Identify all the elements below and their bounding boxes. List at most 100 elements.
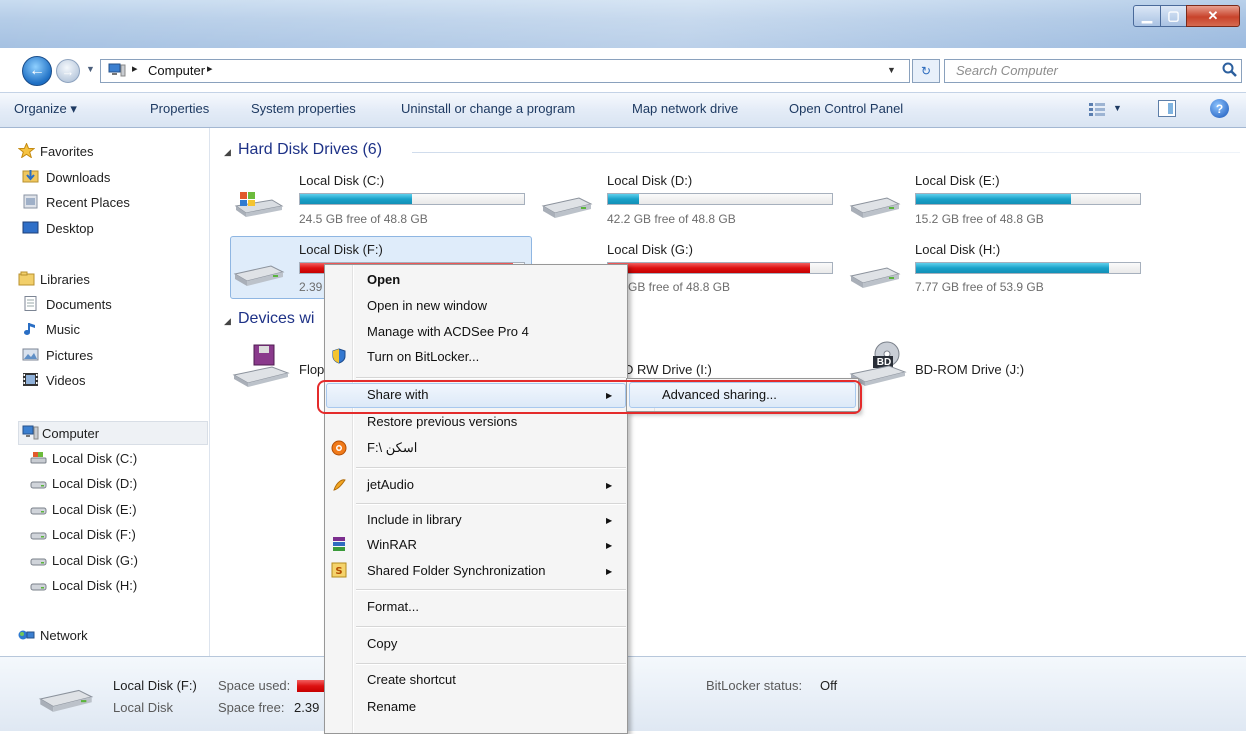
nav-videos[interactable]: Videos <box>46 373 86 388</box>
uninstall-program-button[interactable]: Uninstall or change a program <box>401 101 575 116</box>
nav-favorites[interactable]: Favorites <box>40 144 93 159</box>
submenu-arrow-icon: ▶ <box>606 516 613 525</box>
group-devices-removable[interactable]: Devices wi <box>238 310 314 328</box>
svg-text:S: S <box>335 566 342 577</box>
forward-button[interactable]: → <box>56 59 80 83</box>
nav-local-disk-f[interactable]: Local Disk (F:) <box>52 527 136 542</box>
menu-open[interactable]: Open <box>367 272 400 287</box>
properties-button[interactable]: Properties <box>150 101 209 116</box>
nav-music[interactable]: Music <box>46 322 80 337</box>
computer-icon <box>108 63 126 77</box>
minimize-button[interactable]: ▁ <box>1133 5 1161 27</box>
preview-pane-icon <box>1168 103 1173 114</box>
system-disk-icon <box>30 452 47 464</box>
map-network-drive-button[interactable]: Map network drive <box>632 101 738 116</box>
menu-separator <box>356 467 626 469</box>
disk-icon <box>30 507 47 515</box>
maximize-button[interactable]: ▢ <box>1160 5 1187 27</box>
nav-local-disk-h[interactable]: Local Disk (H:) <box>52 578 137 593</box>
close-button[interactable]: ✕ <box>1186 5 1240 27</box>
address-bar[interactable] <box>100 59 910 83</box>
drive-c-usage-fill <box>300 194 412 204</box>
menu-copy[interactable]: Copy <box>367 636 397 651</box>
menu-open-new-window[interactable]: Open in new window <box>367 298 487 313</box>
nav-computer[interactable]: Computer <box>42 426 99 441</box>
drive-f-name[interactable]: Local Disk (F:) <box>299 242 383 257</box>
nav-local-disk-e[interactable]: Local Disk (E:) <box>52 502 137 517</box>
winrar-icon <box>333 537 345 551</box>
antivirus-scan-icon <box>331 440 347 456</box>
breadcrumb-separator-icon[interactable]: ▸ <box>132 62 138 75</box>
refresh-icon: ↻ <box>920 64 932 78</box>
nav-libraries[interactable]: Libraries <box>40 272 90 287</box>
shield-icon <box>332 348 346 364</box>
drive-g-usage-fill <box>608 263 810 273</box>
recent-pages-dropdown[interactable]: ▼ <box>86 64 95 74</box>
search-icon[interactable] <box>1222 62 1238 78</box>
disk-icon <box>30 558 47 566</box>
back-button[interactable]: ← <box>22 56 52 86</box>
bd-rom-drive-name[interactable]: BD-ROM Drive (J:) <box>915 362 1024 377</box>
drive-e-usage-fill <box>916 194 1071 204</box>
menu-antivirus-scan[interactable]: F:\ اسکن <box>367 440 417 456</box>
menu-separator <box>356 377 626 379</box>
drive-h-usage-fill <box>916 263 1109 273</box>
submenu-arrow-icon: ▶ <box>606 481 613 490</box>
minimize-icon: ▁ <box>1142 8 1152 23</box>
nav-local-disk-c[interactable]: Local Disk (C:) <box>52 451 137 466</box>
drive-d-name[interactable]: Local Disk (D:) <box>607 173 692 188</box>
details-space-used-label: Space used: <box>218 678 291 693</box>
floppy-drive-name[interactable]: Flop <box>299 362 324 377</box>
maximize-icon: ▢ <box>1167 8 1180 23</box>
menu-jetaudio[interactable]: jetAudio <box>367 477 414 492</box>
nav-local-disk-g[interactable]: Local Disk (G:) <box>52 553 138 568</box>
drive-c-name[interactable]: Local Disk (C:) <box>299 173 384 188</box>
menu-format[interactable]: Format... <box>367 599 419 614</box>
menu-turn-on-bitlocker[interactable]: Turn on BitLocker... <box>367 349 479 364</box>
nav-downloads[interactable]: Downloads <box>46 170 110 185</box>
dvd-rw-drive-name[interactable]: D RW Drive (I:) <box>624 362 712 377</box>
menu-shared-folder-sync[interactable]: Shared Folder Synchronization <box>367 563 546 578</box>
close-icon: ✕ <box>1207 8 1219 23</box>
drive-e-name[interactable]: Local Disk (E:) <box>915 173 1000 188</box>
shared-folder-sync-icon: S <box>331 562 347 578</box>
group-hard-disk-drives[interactable]: Hard Disk Drives (6) <box>238 141 382 159</box>
drive-g-name[interactable]: Local Disk (G:) <box>607 242 693 257</box>
details-used-bar <box>297 680 327 692</box>
refresh-button[interactable]: ↻ <box>912 59 940 83</box>
nav-local-disk-d[interactable]: Local Disk (D:) <box>52 476 137 491</box>
nav-desktop[interactable]: Desktop <box>46 221 94 236</box>
details-drive-name: Local Disk (F:) <box>113 678 197 693</box>
breadcrumb-computer[interactable]: Computer <box>148 63 205 78</box>
drive-h-name[interactable]: Local Disk (H:) <box>915 242 1000 257</box>
collapse-arrow-icon[interactable]: ◢ <box>224 147 231 158</box>
system-properties-button[interactable]: System properties <box>251 101 356 116</box>
breadcrumb-separator-icon[interactable]: ▸ <box>207 62 213 75</box>
menu-winrar[interactable]: WinRAR <box>367 537 417 552</box>
drive-e-free: 15.2 GB free of 48.8 GB <box>915 212 1044 226</box>
disk-icon <box>30 481 47 489</box>
nav-documents[interactable]: Documents <box>46 297 112 312</box>
menu-separator <box>356 589 626 591</box>
nav-recent-places[interactable]: Recent Places <box>46 195 130 210</box>
drive-d-usage-fill <box>608 194 640 204</box>
menu-include-in-library[interactable]: Include in library <box>367 512 462 527</box>
drive-g-free: 5 GB free of 48.8 GB <box>618 280 731 294</box>
menu-restore-previous-versions[interactable]: Restore previous versions <box>367 414 517 429</box>
recent-places-icon <box>23 194 38 209</box>
menu-create-shortcut[interactable]: Create shortcut <box>367 672 456 687</box>
menu-rename[interactable]: Rename <box>367 699 416 714</box>
drive-h-free: 7.77 GB free of 53.9 GB <box>915 280 1044 294</box>
organize-button[interactable]: Organize ▾ <box>14 101 77 117</box>
help-button[interactable]: ? <box>1210 99 1229 118</box>
menu-manage-acdsee[interactable]: Manage with ACDSee Pro 4 <box>367 324 529 339</box>
nav-network[interactable]: Network <box>40 628 88 643</box>
change-view-dropdown-icon[interactable]: ▼ <box>1113 103 1122 113</box>
preview-pane-button[interactable] <box>1158 100 1176 117</box>
open-control-panel-button[interactable]: Open Control Panel <box>789 101 903 116</box>
nav-pictures[interactable]: Pictures <box>46 348 93 363</box>
collapse-arrow-icon[interactable]: ◢ <box>224 316 231 327</box>
pictures-icon <box>22 348 39 361</box>
address-dropdown-icon[interactable]: ▼ <box>887 65 896 75</box>
change-view-icon[interactable] <box>1088 101 1106 117</box>
